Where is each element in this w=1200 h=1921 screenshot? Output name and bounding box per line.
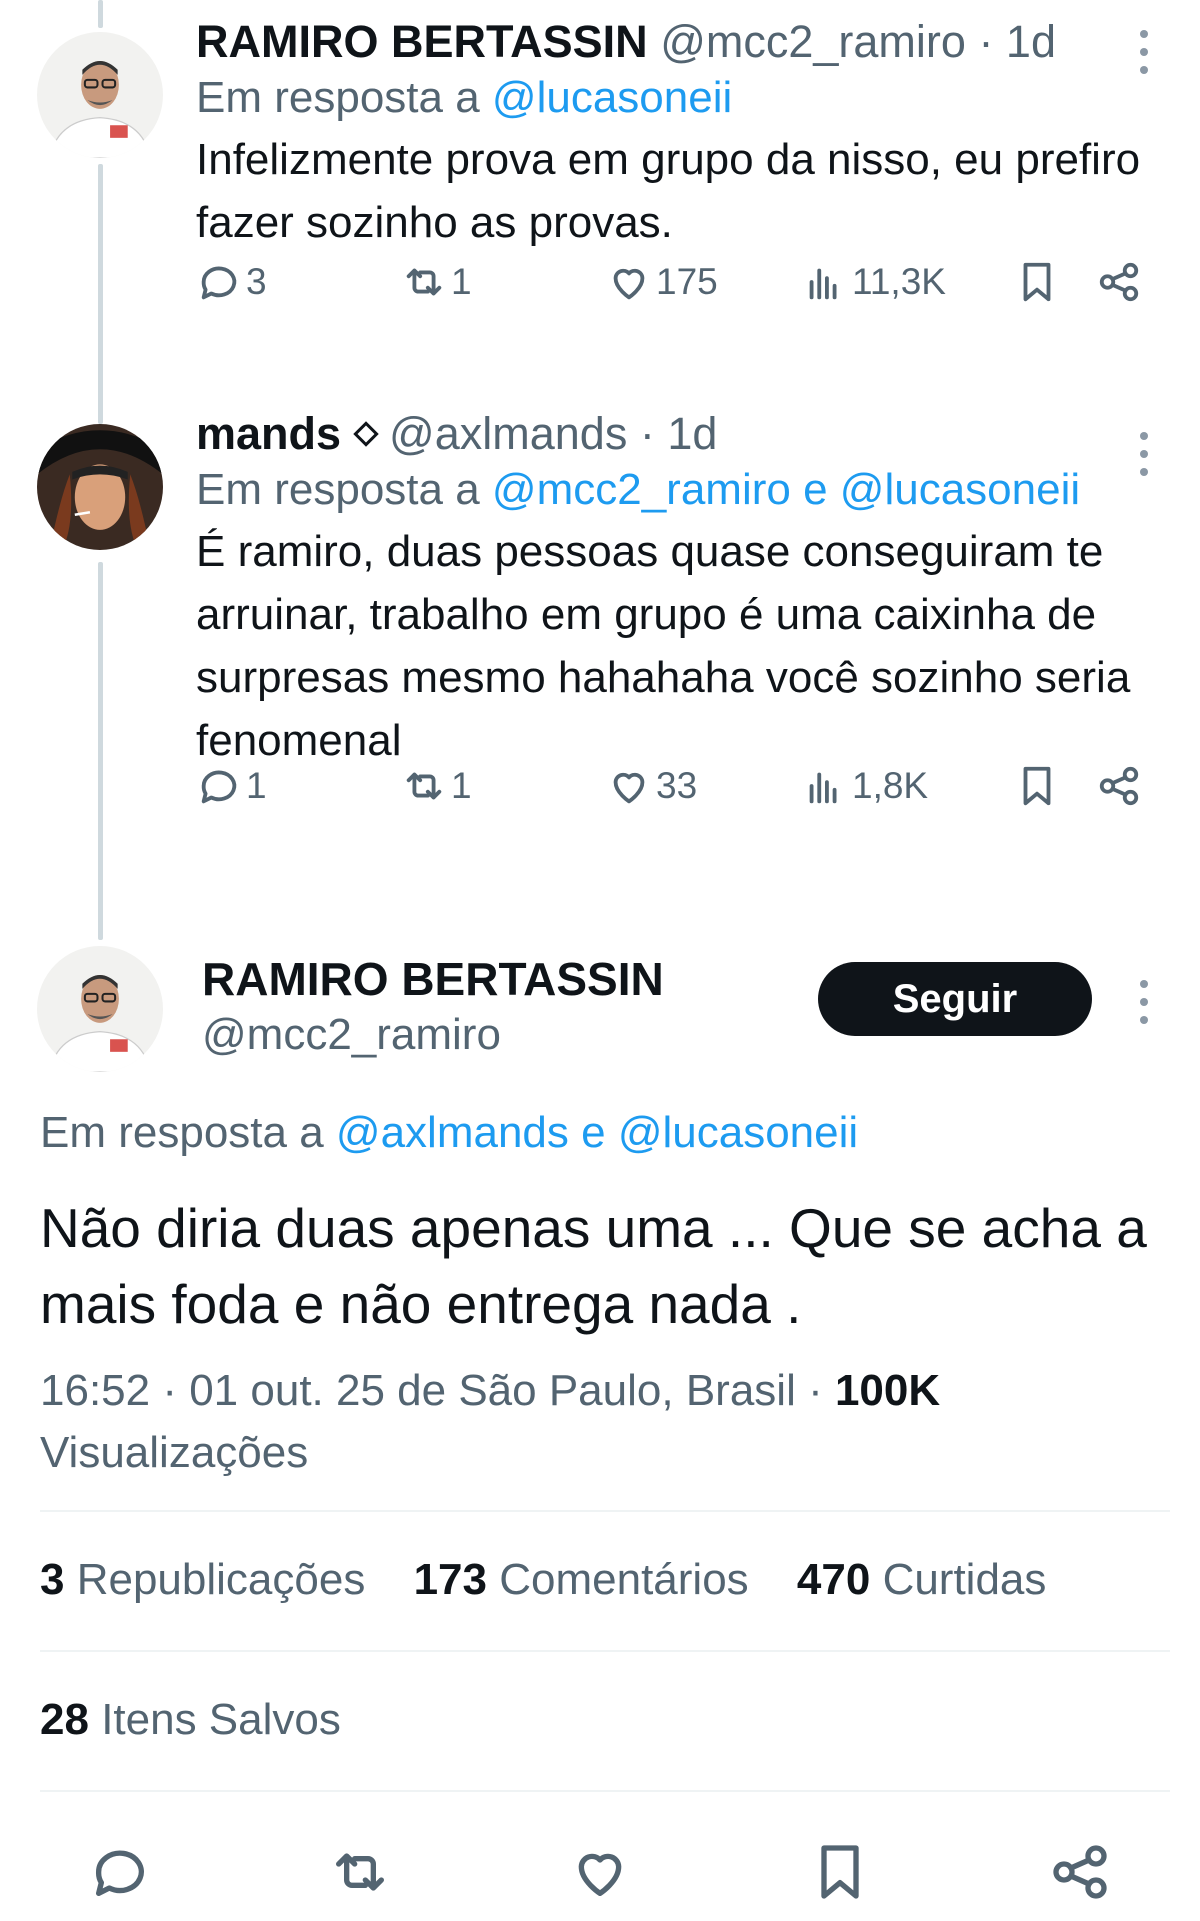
saved-count: 28 xyxy=(40,1695,89,1744)
comments-label: Comentários xyxy=(499,1555,749,1604)
comment-icon xyxy=(95,1850,144,1896)
share-icon xyxy=(1099,766,1139,806)
handle[interactable]: @axlmands xyxy=(389,408,627,459)
views-label: Visualizações xyxy=(40,1428,309,1477)
share-button[interactable] xyxy=(1096,758,1142,814)
like-button[interactable]: 33 xyxy=(606,758,697,814)
thread-line xyxy=(98,164,103,424)
timestamp[interactable]: · 1d xyxy=(978,16,1056,67)
avatar[interactable] xyxy=(37,32,163,158)
views-button[interactable]: 11,3K xyxy=(802,254,946,310)
bookmark-icon xyxy=(821,1845,859,1899)
reply-prefix: Em resposta a xyxy=(196,73,480,122)
avatar[interactable] xyxy=(37,424,163,550)
reply-context: Em resposta a @mcc2_ramiro e @lucasoneii xyxy=(196,462,1080,518)
comment-count: 3 xyxy=(246,261,267,302)
diamond-icon xyxy=(353,421,379,447)
like-icon xyxy=(613,268,645,300)
handle[interactable]: @mcc2_ramiro xyxy=(660,16,966,67)
views-count: 1,8K xyxy=(852,765,929,806)
comments-stat[interactable]: 173 Comentários xyxy=(414,1555,749,1604)
repost-button[interactable]: 1 xyxy=(401,254,472,310)
divider xyxy=(40,1510,1170,1512)
reply-prefix: Em resposta a xyxy=(40,1108,324,1157)
display-name[interactable]: RAMIRO BERTASSIN xyxy=(196,16,648,67)
more-icon[interactable] xyxy=(1140,30,1150,74)
views-count: 11,3K xyxy=(852,261,946,302)
reply-to-link[interactable]: @axlmands e @lucasoneii xyxy=(336,1108,858,1157)
repost-count: 1 xyxy=(451,765,472,806)
views-count: 100K xyxy=(834,1366,941,1415)
likes-label: Curtidas xyxy=(882,1555,1047,1604)
reply-prefix: Em resposta a xyxy=(196,465,480,514)
bookmark-icon xyxy=(1023,766,1051,806)
reposts-label: Republicações xyxy=(76,1555,366,1604)
reply-to-link[interactable]: @lucasoneii xyxy=(492,73,732,122)
avatar[interactable] xyxy=(37,946,163,1072)
repost-icon xyxy=(336,1853,384,1891)
reposts-count: 3 xyxy=(40,1555,65,1604)
reply-context: Em resposta a @axlmands e @lucasoneii xyxy=(40,1108,858,1158)
comment-icon xyxy=(201,266,237,300)
follow-button[interactable]: Seguir xyxy=(818,962,1092,1036)
bookmark-button[interactable] xyxy=(1014,758,1060,814)
share-icon xyxy=(1053,1845,1107,1899)
like-button[interactable] xyxy=(568,1840,632,1904)
share-button[interactable] xyxy=(1096,254,1142,310)
like-icon xyxy=(578,1853,622,1896)
reposts-stat[interactable]: 3 Republicações xyxy=(40,1555,365,1604)
saved-stat[interactable]: 28 Itens Salvos xyxy=(40,1695,341,1745)
repost-button[interactable] xyxy=(328,1840,392,1904)
bottom-action-bar xyxy=(0,1840,1200,1910)
timestamp[interactable]: · 1d xyxy=(640,408,718,459)
comment-button[interactable]: 1 xyxy=(196,758,267,814)
like-count: 175 xyxy=(656,261,718,302)
comment-count: 1 xyxy=(246,765,267,806)
engagement-stats: 3 Republicações 173 Comentários 470 Curt… xyxy=(40,1555,1082,1605)
more-icon[interactable] xyxy=(1140,432,1150,476)
repost-icon xyxy=(406,268,442,296)
action-bar: 1 1 33 1,8K xyxy=(196,758,1156,814)
divider xyxy=(40,1790,1170,1792)
repost-button[interactable]: 1 xyxy=(401,758,472,814)
tweet-header: RAMIRO BERTASSIN @mcc2_ramiro · 1d xyxy=(196,14,1056,70)
reply-context: Em resposta a @lucasoneii xyxy=(196,70,732,126)
likes-stat[interactable]: 470 Curtidas xyxy=(797,1555,1047,1604)
likes-count: 470 xyxy=(796,1555,871,1604)
display-name[interactable]: RAMIRO BERTASSIN xyxy=(202,952,664,1006)
tweet-text: É ramiro, duas pessoas quase conseguiram… xyxy=(196,527,1131,765)
tweet-header: mands @axlmands · 1d xyxy=(196,406,717,462)
views-button[interactable]: 1,8K xyxy=(802,758,928,814)
comments-count: 173 xyxy=(413,1555,487,1604)
share-icon xyxy=(1099,262,1139,302)
views-icon xyxy=(809,772,837,804)
like-icon xyxy=(613,772,645,804)
comment-button[interactable] xyxy=(88,1840,152,1904)
views-icon xyxy=(809,268,837,300)
thread-line xyxy=(98,562,103,940)
more-icon[interactable] xyxy=(1140,980,1150,1024)
reply-to-link[interactable]: @mcc2_ramiro e @lucasoneii xyxy=(492,465,1080,514)
handle[interactable]: @mcc2_ramiro xyxy=(202,1010,501,1060)
repost-count: 1 xyxy=(451,261,472,302)
bookmark-button[interactable] xyxy=(1014,254,1060,310)
display-name[interactable]: mands xyxy=(196,408,341,459)
repost-icon xyxy=(406,772,442,800)
bookmark-button[interactable] xyxy=(808,1840,872,1904)
comment-button[interactable]: 3 xyxy=(196,254,267,310)
divider xyxy=(40,1650,1170,1652)
like-button[interactable]: 175 xyxy=(606,254,718,310)
action-bar: 3 1 175 11,3K xyxy=(196,254,1156,310)
tweet-text: Não diria duas apenas uma ... Que se ach… xyxy=(40,1197,1147,1335)
bookmark-icon xyxy=(1023,262,1051,302)
share-button[interactable] xyxy=(1048,1840,1112,1904)
comment-icon xyxy=(201,770,237,804)
tweet-text: Infelizmente prova em grupo da nisso, eu… xyxy=(196,135,1141,247)
thread-line xyxy=(98,0,103,28)
tweet-meta: 16:52 · 01 out. 25 de São Paulo, Brasil … xyxy=(40,1360,1170,1484)
like-count: 33 xyxy=(656,765,698,806)
saved-label: Itens Salvos xyxy=(101,1695,341,1744)
timestamp[interactable]: 16:52 · 01 out. 25 de São Paulo, Brasil … xyxy=(40,1366,835,1415)
